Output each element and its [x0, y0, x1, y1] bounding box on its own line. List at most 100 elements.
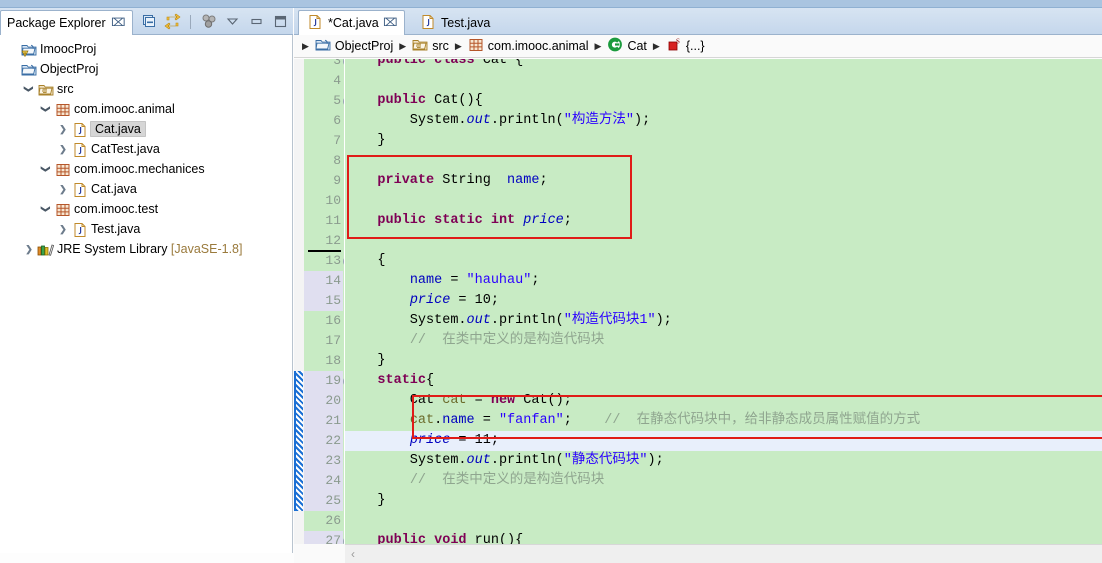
editor-tab-cat-java[interactable]: *Cat.java⌧	[298, 10, 405, 35]
code-line[interactable]: price = 11;	[345, 431, 1102, 451]
tree-item-test-java[interactable]: ❯Test.java	[0, 219, 292, 239]
close-icon[interactable]: ⌧	[383, 18, 398, 29]
code-line[interactable]: public static int price;	[345, 211, 1102, 231]
tree-item-label: Cat.java	[90, 121, 146, 137]
tree-item-cat-java[interactable]: ❯ Cat.java	[0, 119, 292, 139]
line-number: 5	[304, 91, 343, 111]
scroll-left-icon[interactable]: ‹	[345, 547, 355, 561]
breadcrumb-item-objectproj[interactable]: ObjectProj	[315, 37, 393, 55]
java-file-icon	[71, 181, 89, 197]
code-line[interactable]: cat.name = "fanfan"; // 在静态代码块中，给非静态成员属性…	[345, 411, 1102, 431]
code-token	[345, 273, 410, 288]
project-tree[interactable]: ImoocProjObjectProj❯src❯com.imooc.animal…	[0, 36, 292, 553]
line-number: 6	[304, 111, 343, 131]
code-line[interactable]: private String name;	[345, 171, 1102, 191]
code-line[interactable]	[345, 231, 1102, 251]
code-token: ;	[539, 173, 547, 188]
chevron-right-icon: ▶	[397, 41, 408, 52]
tree-item-com-imooc-mechanices[interactable]: ❯com.imooc.mechanices	[0, 159, 292, 179]
chevron-right-icon: ▶	[300, 41, 311, 52]
collapse-all-icon[interactable]	[140, 13, 157, 30]
breadcrumb-item-[interactable]: S{...}	[666, 37, 705, 55]
code-token: public	[377, 533, 426, 544]
code-token	[345, 473, 410, 488]
line-number: 23	[304, 451, 343, 471]
code-line[interactable]	[345, 151, 1102, 171]
line-number: 17	[304, 331, 343, 351]
breadcrumb-item-com-imooc-animal[interactable]: com.imooc.animal	[468, 37, 589, 55]
breadcrumb-item-label: src	[432, 39, 449, 53]
chevron-right-icon[interactable]: ❯	[55, 181, 71, 197]
chevron-right-icon[interactable]: ❯	[55, 141, 71, 157]
line-number-gutter[interactable]: 3456789101112131415161718192021222324252…	[304, 59, 343, 544]
code-line[interactable]: name = "hauhau";	[345, 271, 1102, 291]
code-line[interactable]	[345, 191, 1102, 211]
editor-tab-test-java[interactable]: Test.java	[412, 10, 498, 35]
code-token: class	[434, 59, 475, 68]
code-token: String	[434, 173, 507, 188]
line-number: 16	[304, 311, 343, 331]
code-line[interactable]: static{	[345, 371, 1102, 391]
tree-item-cattest-java[interactable]: ❯CatTest.java	[0, 139, 292, 159]
view-filter-icon[interactable]	[200, 13, 217, 30]
code-token: System.	[345, 313, 467, 328]
line-number: 18	[304, 351, 343, 371]
minimize-icon[interactable]	[248, 13, 265, 30]
breadcrumb-item-cat[interactable]: Cat	[607, 37, 646, 55]
code-line[interactable]: price = 10;	[345, 291, 1102, 311]
tree-item-com-imooc-animal[interactable]: ❯com.imooc.animal	[0, 99, 292, 119]
tree-item-jre-system-library[interactable]: ❯JRE System Library [JavaSE-1.8]	[0, 239, 292, 259]
code-token: System.	[345, 453, 467, 468]
chevron-right-icon[interactable]: ❯	[21, 241, 37, 257]
horizontal-scrollbar[interactable]: ‹	[345, 544, 1102, 563]
code-line[interactable]	[345, 511, 1102, 531]
chevron-down-icon[interactable]: ❯	[21, 81, 37, 97]
code-line[interactable]: }	[345, 131, 1102, 151]
close-icon[interactable]: ⌧	[111, 18, 126, 29]
code-line[interactable]: public Cat(){	[345, 91, 1102, 111]
source-code[interactable]: public class Cat { public Cat(){ System.…	[345, 59, 1102, 544]
tree-item-cat-java[interactable]: ❯Cat.java	[0, 179, 292, 199]
code-line[interactable]: public void run(){	[345, 531, 1102, 544]
code-line[interactable]: System.out.println("构造代码块1");	[345, 311, 1102, 331]
code-line[interactable]: {	[345, 251, 1102, 271]
code-line[interactable]: System.out.println("静态代码块");	[345, 451, 1102, 471]
breadcrumb-item-src[interactable]: src	[412, 37, 449, 55]
editor-tab-label: Test.java	[441, 16, 490, 30]
code-token	[483, 213, 491, 228]
breadcrumb[interactable]: ▶ObjectProj▶src▶com.imooc.animal▶Cat▶S{.…	[294, 35, 1102, 58]
code-line[interactable]: // 在类中定义的是构造代码块	[345, 471, 1102, 491]
chevron-right-icon[interactable]: ❯	[55, 121, 71, 137]
chevron-down-icon[interactable]: ❯	[38, 201, 54, 217]
class-icon	[607, 37, 623, 55]
code-line[interactable]: System.out.println("构造方法");	[345, 111, 1102, 131]
java-file-icon	[307, 14, 323, 32]
code-line[interactable]: // 在类中定义的是构造代码块	[345, 331, 1102, 351]
code-token: public	[377, 93, 426, 108]
code-line[interactable]: Cat cat = new Cat();	[345, 391, 1102, 411]
java-file-icon	[71, 121, 89, 137]
java-file-icon	[420, 14, 436, 32]
code-line[interactable]: public class Cat {	[345, 59, 1102, 71]
code-viewport[interactable]: 3456789101112131415161718192021222324252…	[294, 59, 1102, 544]
chevron-down-icon[interactable]: ❯	[38, 161, 54, 177]
code-line[interactable]	[345, 71, 1102, 91]
maximize-icon[interactable]	[272, 13, 289, 30]
chevron-down-icon[interactable]: ❯	[38, 101, 54, 117]
code-line[interactable]: }	[345, 351, 1102, 371]
view-menu-icon[interactable]	[224, 13, 241, 30]
chevron-right-icon[interactable]: ❯	[55, 221, 71, 237]
link-with-editor-icon[interactable]	[164, 13, 181, 30]
tree-item-objectproj[interactable]: ObjectProj	[0, 59, 292, 79]
tree-item-suffix: [JavaSE-1.8]	[171, 242, 243, 256]
package-explorer-tabbar: Package Explorer ⌧	[0, 8, 293, 35]
code-line[interactable]: }	[345, 491, 1102, 511]
tree-item-com-imooc-test[interactable]: ❯com.imooc.test	[0, 199, 292, 219]
tree-item-src[interactable]: ❯src	[0, 79, 292, 99]
code-token: =	[442, 273, 466, 288]
code-token: // 在类中定义的是构造代码块	[410, 333, 604, 348]
tree-item-imoocproj[interactable]: ImoocProj	[0, 39, 292, 59]
code-token: public	[377, 213, 426, 228]
tab-package-explorer[interactable]: Package Explorer ⌧	[0, 10, 133, 35]
line-number: 25	[304, 491, 343, 511]
